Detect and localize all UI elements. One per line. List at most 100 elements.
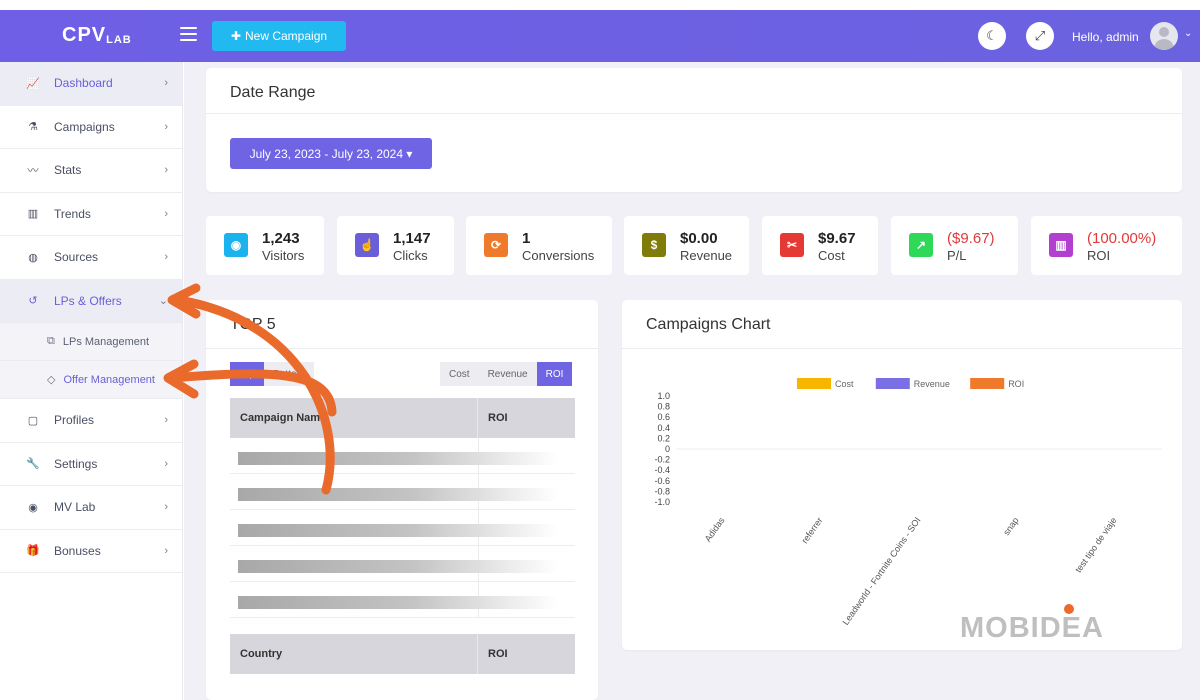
y-tick-label: 1.0 bbox=[657, 391, 670, 401]
date-range-title: Date Range bbox=[230, 84, 316, 101]
legend-swatch bbox=[970, 378, 1005, 389]
sidebar-item-label: Settings bbox=[54, 456, 98, 471]
sidebar-subitem-offer-management[interactable]: ◇ Offer Management bbox=[0, 361, 182, 399]
sidebar-subitem-lps-management[interactable]: ⧉ LPs Management bbox=[0, 323, 182, 361]
sidebar-item-label: Stats bbox=[54, 163, 82, 178]
metric-cost-button[interactable]: Cost bbox=[440, 362, 479, 386]
sidebar-item-label: Bonuses bbox=[54, 543, 101, 558]
y-tick-label: -0.6 bbox=[654, 476, 670, 486]
sidebar-item-trends[interactable]: ▥ Trends › bbox=[0, 193, 182, 236]
table-row[interactable] bbox=[230, 510, 575, 546]
mv-icon: ◉ bbox=[28, 501, 38, 514]
sidebar-item-settings[interactable]: 🔧 Settings › bbox=[0, 443, 182, 486]
sidebar-item-bonuses[interactable]: 🎁 Bonuses › bbox=[0, 530, 182, 573]
country-roi-table: Country ROI bbox=[230, 634, 575, 674]
table-row[interactable] bbox=[230, 546, 575, 582]
stat-label: Cost bbox=[818, 248, 845, 263]
columns-icon: ▥ bbox=[27, 208, 39, 221]
stat-label: P/L bbox=[947, 248, 967, 263]
x-tick-label: referrer bbox=[800, 515, 825, 545]
sidebar: 📈 Dashboard › ⚗ Campaigns › 〰 Stats › ▥ … bbox=[0, 62, 183, 700]
redacted-bar bbox=[238, 488, 558, 501]
chevron-right-icon: › bbox=[164, 457, 168, 470]
table-header: Campaign Name ROI bbox=[230, 398, 575, 438]
sidebar-item-sources[interactable]: ◍ Sources › bbox=[0, 236, 182, 280]
sidebar-item-lps-offers[interactable]: ↺ LPs & Offers ⌄ bbox=[0, 279, 182, 323]
toggle-top-button[interactable]: Top bbox=[230, 362, 265, 386]
campaigns-chart-card: Campaigns Chart Cost Revenue ROI 1.0 0.8 0.6 0… bbox=[622, 300, 1182, 650]
fullscreen-icon[interactable]: ⤢ bbox=[1026, 22, 1054, 50]
chevron-right-icon: › bbox=[164, 120, 168, 133]
pointer-icon: ☝ bbox=[355, 233, 379, 257]
redacted-bar bbox=[238, 560, 558, 573]
column-header[interactable]: Country bbox=[230, 634, 478, 674]
stat-card-conversions: ⟳ 1 Conversions bbox=[466, 216, 612, 275]
menu-icon[interactable] bbox=[180, 27, 197, 41]
stats-icon: 〰 bbox=[27, 165, 39, 178]
stat-card-pl: ↗ ($9.67) P/L bbox=[891, 216, 1018, 275]
y-tick-label: 0.4 bbox=[657, 423, 670, 433]
table-header: Country ROI bbox=[230, 634, 575, 674]
legend-swatch bbox=[797, 378, 831, 389]
sidebar-item-profiles[interactable]: ▢ Profiles › bbox=[0, 399, 182, 443]
chevron-right-icon: › bbox=[164, 164, 168, 177]
table-row[interactable] bbox=[230, 582, 575, 618]
y-tick-label: -0.8 bbox=[654, 486, 670, 496]
user-avatar[interactable] bbox=[1150, 22, 1178, 50]
bar-chart-icon: ▥ bbox=[1049, 233, 1073, 257]
moon-icon[interactable]: ☾ bbox=[978, 22, 1006, 50]
stat-value: 1,147 bbox=[393, 230, 431, 247]
chevron-down-icon[interactable]: ⌄ bbox=[1184, 28, 1192, 39]
campaigns-chart: Cost Revenue ROI1.00.80.60.40.20-0.2-0.4-0… bbox=[654, 378, 1162, 627]
metric-revenue-button[interactable]: Revenue bbox=[478, 362, 537, 386]
date-range-card: Date Range July 23, 2023 - July 23, 2024… bbox=[206, 68, 1182, 192]
y-tick-label: 0.2 bbox=[657, 433, 670, 443]
stat-label: Revenue bbox=[680, 248, 733, 263]
column-header[interactable]: ROI bbox=[478, 634, 508, 674]
x-tick-label: Adidas bbox=[703, 515, 727, 544]
stat-card-cost: ✂ $9.67 Cost bbox=[762, 216, 878, 275]
toggle-bottom-button[interactable]: Bottom bbox=[264, 362, 314, 386]
wrench-icon: 🔧 bbox=[26, 458, 40, 471]
date-range-picker-button[interactable]: July 23, 2023 - July 23, 2024 ▾ bbox=[230, 138, 432, 169]
caret-down-icon: ▾ bbox=[406, 146, 413, 161]
sidebar-subitem-label: Offer Management bbox=[63, 373, 155, 386]
history-icon: ↺ bbox=[28, 295, 38, 308]
y-tick-label: 0 bbox=[665, 444, 670, 454]
plus-icon: ✚ bbox=[230, 29, 241, 43]
eye-icon: ◉ bbox=[224, 233, 248, 257]
campaigns-chart-title: Campaigns Chart bbox=[646, 316, 771, 333]
stat-label: Conversions bbox=[522, 248, 595, 263]
chevron-right-icon: › bbox=[164, 501, 168, 514]
sidebar-item-stats[interactable]: 〰 Stats › bbox=[0, 149, 182, 193]
new-campaign-button[interactable]: ✚ New Campaign bbox=[212, 21, 346, 51]
legend-swatch bbox=[875, 378, 910, 389]
redacted-bar bbox=[238, 452, 558, 465]
stat-label: Visitors bbox=[262, 248, 305, 263]
sidebar-item-dashboard[interactable]: 📈 Dashboard › bbox=[0, 62, 182, 106]
stat-value: 1,243 bbox=[262, 230, 300, 247]
sync-icon: ⟳ bbox=[484, 233, 508, 257]
sidebar-item-mv-lab[interactable]: ◉ MV Lab › bbox=[0, 486, 182, 530]
y-tick-label: -1.0 bbox=[654, 497, 670, 507]
stat-value: (100.00%) bbox=[1087, 230, 1157, 247]
app-logo[interactable]: CPVLAB bbox=[62, 24, 132, 47]
chevron-right-icon: › bbox=[164, 77, 168, 90]
sidebar-item-campaigns[interactable]: ⚗ Campaigns › bbox=[0, 106, 182, 149]
chevron-right-icon: › bbox=[164, 207, 168, 220]
table-row[interactable] bbox=[230, 474, 575, 510]
column-header[interactable]: ROI bbox=[478, 398, 508, 438]
chevron-right-icon: › bbox=[164, 251, 168, 264]
gift-icon: 🎁 bbox=[26, 545, 40, 558]
redacted-bar bbox=[238, 596, 558, 609]
clipboard-icon: ▢ bbox=[27, 414, 39, 427]
column-header[interactable]: Campaign Name bbox=[230, 398, 478, 438]
flask-icon: ⚗ bbox=[28, 121, 38, 134]
stat-value: ($9.67) bbox=[947, 230, 995, 247]
top-five-card: TOP 5 Top Bottom Cost Revenue ROI Campai… bbox=[206, 300, 598, 700]
user-greeting[interactable]: Hello, admin bbox=[1072, 30, 1139, 44]
watermark-dot bbox=[1064, 604, 1074, 614]
table-row[interactable] bbox=[230, 438, 575, 474]
stat-label: Clicks bbox=[393, 248, 428, 263]
metric-roi-button[interactable]: ROI bbox=[536, 362, 573, 386]
